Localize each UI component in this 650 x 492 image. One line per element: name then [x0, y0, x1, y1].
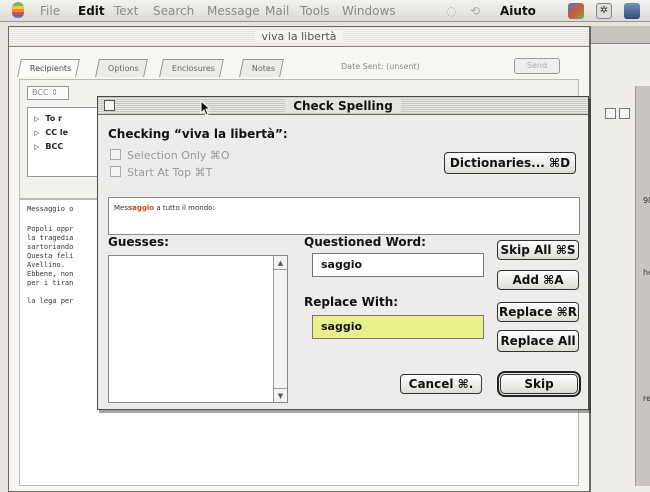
replace-all-button[interactable]: Replace All: [497, 330, 579, 352]
menu-windows[interactable]: Windows: [342, 4, 396, 18]
control-strip-icon[interactable]: ✲: [596, 3, 612, 19]
skip-all-button[interactable]: Skip All ⌘S: [497, 240, 579, 260]
apple-menu-icon[interactable]: [12, 2, 24, 18]
questioned-word-label: Questioned Word:: [304, 235, 426, 249]
checkbox-icon: [110, 149, 121, 160]
body-line: la tragedia: [27, 234, 74, 242]
mouse-pointer-icon: [200, 100, 212, 116]
start-at-top-checkbox[interactable]: Start At Top ⌘T: [110, 166, 212, 179]
context-text: Messaggio a tutto il mondo:: [114, 204, 215, 212]
replace-with-label: Replace With:: [304, 295, 399, 309]
scroll-up-arrow-icon[interactable]: ▲: [274, 256, 287, 270]
body-line: Popoli oppr: [27, 225, 74, 233]
guesses-label: Guesses:: [108, 235, 169, 249]
tab-recipients[interactable]: Recipients: [17, 59, 81, 77]
dialog-titlebar[interactable]: Check Spelling: [98, 97, 588, 115]
message-window-title: viva la libertà: [255, 30, 343, 43]
check-spelling-dialog: Check Spelling Checking “viva la libertà…: [97, 96, 589, 410]
message-window-titlebar[interactable]: viva la libertà: [9, 27, 589, 47]
dialog-title: Check Spelling: [285, 99, 401, 113]
bcc-popup[interactable]: BCC ⇕: [27, 86, 69, 100]
background-window-titlebar[interactable]: [591, 26, 650, 44]
checkbox-icon: [110, 166, 121, 177]
scroll-down-arrow-icon[interactable]: ▼: [274, 388, 287, 402]
menu-bar: File Edit Text Search Message Mail Tools…: [0, 0, 650, 22]
recipient-row-bcc[interactable]: ▷ BCC: [34, 142, 63, 151]
tab-options[interactable]: Options: [95, 59, 148, 77]
background-window-text: re: [643, 394, 650, 403]
replace-with-input[interactable]: saggio: [312, 315, 484, 339]
context-text-box: Messaggio a tutto il mondo:: [108, 197, 580, 235]
tab-notes[interactable]: Notes: [239, 59, 285, 77]
menu-message[interactable]: Message: [207, 4, 260, 18]
tab-enclosures[interactable]: Enclosures: [159, 59, 225, 77]
app-switcher-icon[interactable]: [568, 3, 584, 19]
body-line: Messaggio o: [27, 205, 74, 213]
questioned-word-field: saggio: [312, 253, 484, 277]
background-window-button[interactable]: [619, 108, 630, 119]
skip-button[interactable]: Skip: [497, 371, 581, 397]
guesses-list[interactable]: ▲ ▼: [108, 255, 288, 403]
dictionaries-button[interactable]: Dictionaries... ⌘D: [444, 152, 576, 174]
cancel-button[interactable]: Cancel ⌘.: [400, 374, 482, 394]
body-line: sartoriando: [27, 243, 74, 251]
replace-button[interactable]: Replace ⌘R: [497, 302, 579, 322]
menu-help[interactable]: Aiuto: [500, 4, 536, 18]
recipient-row-cc[interactable]: ▷ CC le: [34, 128, 68, 137]
date-sent-label: Date Sent: (unsent): [341, 62, 420, 71]
body-line: Ebbene, non: [27, 270, 74, 278]
body-line: per i tiran: [27, 279, 74, 287]
checking-label: Checking “viva la libertà”:: [108, 127, 288, 141]
body-line: Questa feli: [27, 252, 74, 260]
menu-edit[interactable]: Edit: [78, 4, 105, 18]
send-button[interactable]: Send: [514, 58, 560, 74]
selection-only-checkbox[interactable]: Selection Only ⌘O: [110, 149, 230, 162]
background-window-text: he: [643, 268, 650, 277]
script-menu-icon[interactable]: ◌: [446, 4, 456, 18]
misspelled-word-highlight: saggio: [128, 204, 155, 212]
recipient-row-to[interactable]: ▷ To r: [34, 114, 62, 123]
menu-text[interactable]: Text: [114, 4, 138, 18]
body-line: Avellino.: [27, 261, 65, 269]
menu-tools[interactable]: Tools: [300, 4, 330, 18]
add-button[interactable]: Add ⌘A: [497, 270, 579, 290]
guesses-scrollbar[interactable]: ▲ ▼: [273, 256, 287, 402]
body-line: la lega per: [27, 297, 74, 305]
background-window-button[interactable]: [605, 108, 616, 119]
recipient-list[interactable]: ▷ To r ▷ CC le ▷ BCC: [27, 107, 105, 177]
status-icon[interactable]: ⟲: [470, 4, 480, 18]
menu-mail[interactable]: Mail: [265, 4, 289, 18]
close-box-icon[interactable]: [104, 100, 115, 111]
menu-search[interactable]: Search: [153, 4, 194, 18]
background-window: 98 he re: [590, 26, 650, 492]
finder-icon[interactable]: [624, 3, 640, 19]
menu-file[interactable]: File: [40, 4, 60, 18]
background-window-scrollbar[interactable]: [635, 86, 650, 486]
background-window-text: 98: [643, 196, 650, 205]
